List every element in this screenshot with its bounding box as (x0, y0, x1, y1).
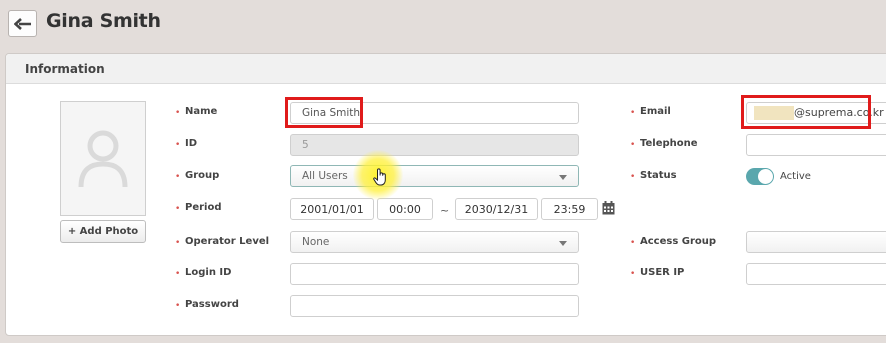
telephone-input[interactable] (746, 134, 886, 156)
user-ip-label: USER IP (640, 267, 685, 278)
add-photo-button[interactable]: + Add Photo (60, 220, 146, 243)
panel-header: Information (6, 54, 886, 84)
id-label: ID (185, 138, 198, 149)
id-input[interactable]: 5 (290, 134, 579, 156)
required-marker: • (630, 140, 636, 150)
period-separator: ~ (440, 204, 450, 217)
operator-level-label: Operator Level (185, 236, 270, 247)
email-label: Email (640, 106, 671, 117)
status-value: Active (780, 171, 811, 182)
hand-cursor-icon (373, 168, 386, 186)
group-label: Group (185, 170, 220, 181)
required-marker: • (175, 238, 181, 248)
photo-placeholder (60, 101, 146, 216)
operator-level-select[interactable]: None (290, 231, 579, 253)
login-id-label: Login ID (185, 267, 232, 278)
access-group-select[interactable] (746, 231, 886, 253)
group-select[interactable]: All Users (290, 165, 579, 187)
panel-title: Information (25, 62, 105, 76)
chevron-down-icon (559, 175, 567, 180)
password-input[interactable] (290, 295, 579, 317)
period-end-time[interactable]: 23:59 (541, 198, 598, 220)
required-marker: • (175, 204, 181, 214)
user-silhouette-icon (78, 130, 128, 187)
toggle-knob (758, 169, 773, 184)
group-select-value: All Users (302, 170, 348, 182)
arrow-left-icon (13, 17, 31, 30)
period-label: Period (185, 202, 222, 213)
status-label: Status (640, 170, 677, 181)
required-marker: • (175, 269, 181, 279)
operator-level-select-value: None (302, 236, 330, 248)
email-highlight-box (741, 95, 871, 129)
user-ip-input[interactable] (746, 263, 886, 285)
back-button[interactable] (8, 10, 37, 37)
required-marker: • (175, 301, 181, 311)
page-title: Gina Smith (46, 10, 161, 32)
required-marker: • (630, 108, 636, 118)
period-start-time[interactable]: 00:00 (377, 198, 433, 220)
chevron-down-icon (559, 241, 567, 246)
name-highlight-box (285, 97, 363, 128)
password-label: Password (185, 299, 239, 310)
access-group-label: Access Group (640, 236, 717, 247)
period-end-date[interactable]: 2030/12/31 (455, 198, 538, 220)
required-marker: • (630, 238, 636, 248)
required-marker: • (175, 140, 181, 150)
calendar-icon[interactable] (602, 201, 615, 215)
name-label: Name (185, 106, 218, 117)
status-toggle[interactable] (746, 168, 774, 185)
required-marker: • (630, 172, 636, 182)
telephone-label: Telephone (640, 138, 698, 149)
required-marker: • (175, 172, 181, 182)
required-marker: • (630, 269, 636, 279)
login-id-input[interactable] (290, 263, 579, 285)
period-start-date[interactable]: 2001/01/01 (290, 198, 374, 220)
required-marker: • (175, 108, 181, 118)
